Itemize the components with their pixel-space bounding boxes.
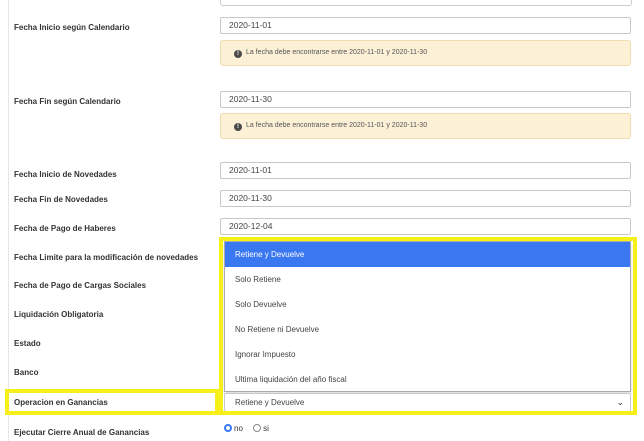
- operacion-ganancias-value: Retiene y Devuelve: [235, 398, 305, 407]
- fecha-pago-haberes-input[interactable]: 2020-12-04: [220, 218, 631, 235]
- fecha-inicio-warning: ! La fecha debe encontrarse entre 2020-11…: [220, 40, 631, 66]
- label-fecha-limite-novedades: Fecha Limite para la modificación de nov…: [14, 253, 199, 262]
- label-operacion-ganancias: Operacion en Ganancias: [14, 398, 108, 407]
- label-banco: Banco: [14, 368, 39, 377]
- dropdown-option[interactable]: Retiene y Devuelve: [225, 242, 630, 267]
- fecha-fin-warning-text: La fecha debe encontrarse entre 2020-11-…: [246, 122, 428, 129]
- label-fecha-inicio-novedades: Fecha Inicio de Novedades: [14, 170, 117, 179]
- fecha-inicio-calendario-input[interactable]: 2020-11-01: [220, 17, 631, 34]
- radio-no-label: no: [234, 424, 243, 433]
- exclamation-icon: !: [234, 123, 242, 131]
- radio-si-label: si: [263, 424, 269, 433]
- label-fecha-inicio-calendario: Fecha Inicio según Calendario: [14, 23, 130, 32]
- cierre-anual-radio-group: no si: [224, 424, 277, 433]
- previous-field-partial[interactable]: [220, 0, 632, 6]
- label-cierre-anual: Ejecutar Cierre Anual de Ganancias: [14, 428, 150, 437]
- label-fecha-fin-novedades: Fecha Fin de Novedades: [14, 195, 108, 204]
- label-fecha-pago-haberes: Fecha de Pago de Haberes: [14, 224, 116, 233]
- operacion-ganancias-select[interactable]: Retiene y Devuelve ⌄: [224, 393, 631, 412]
- left-border: [8, 0, 9, 441]
- radio-no[interactable]: [224, 424, 232, 432]
- fecha-fin-novedades-input[interactable]: 2020-11-30: [220, 190, 631, 207]
- label-fecha-pago-cargas: Fecha de Pago de Cargas Sociales: [14, 281, 147, 290]
- dropdown-option[interactable]: Solo Retiene: [225, 267, 630, 292]
- label-fecha-fin-calendario: Fecha Fin según Calendario: [14, 97, 121, 106]
- dropdown-option[interactable]: No Retiene ni Devuelve: [225, 317, 630, 342]
- label-liquidacion-obligatoria: Liquidación Obligatoria: [14, 310, 104, 319]
- dropdown-option[interactable]: Ignorar Impuesto: [225, 342, 630, 367]
- fecha-inicio-warning-text: La fecha debe encontrarse entre 2020-11-…: [246, 49, 428, 56]
- operacion-ganancias-dropdown-list: Retiene y Devuelve Solo Retiene Solo Dev…: [224, 241, 631, 392]
- fecha-inicio-novedades-input[interactable]: 2020-11-01: [220, 162, 631, 179]
- exclamation-icon: !: [234, 50, 242, 58]
- fecha-fin-warning: ! La fecha debe encontrarse entre 2020-11…: [220, 113, 631, 139]
- dropdown-option[interactable]: Ultima liquidación del año fiscal: [225, 367, 630, 392]
- label-estado: Estado: [14, 339, 41, 348]
- fecha-fin-calendario-input[interactable]: 2020-11-30: [220, 91, 631, 108]
- dropdown-option[interactable]: Solo Devuelve: [225, 292, 630, 317]
- chevron-down-icon: ⌄: [616, 397, 624, 407]
- radio-si[interactable]: [253, 424, 262, 432]
